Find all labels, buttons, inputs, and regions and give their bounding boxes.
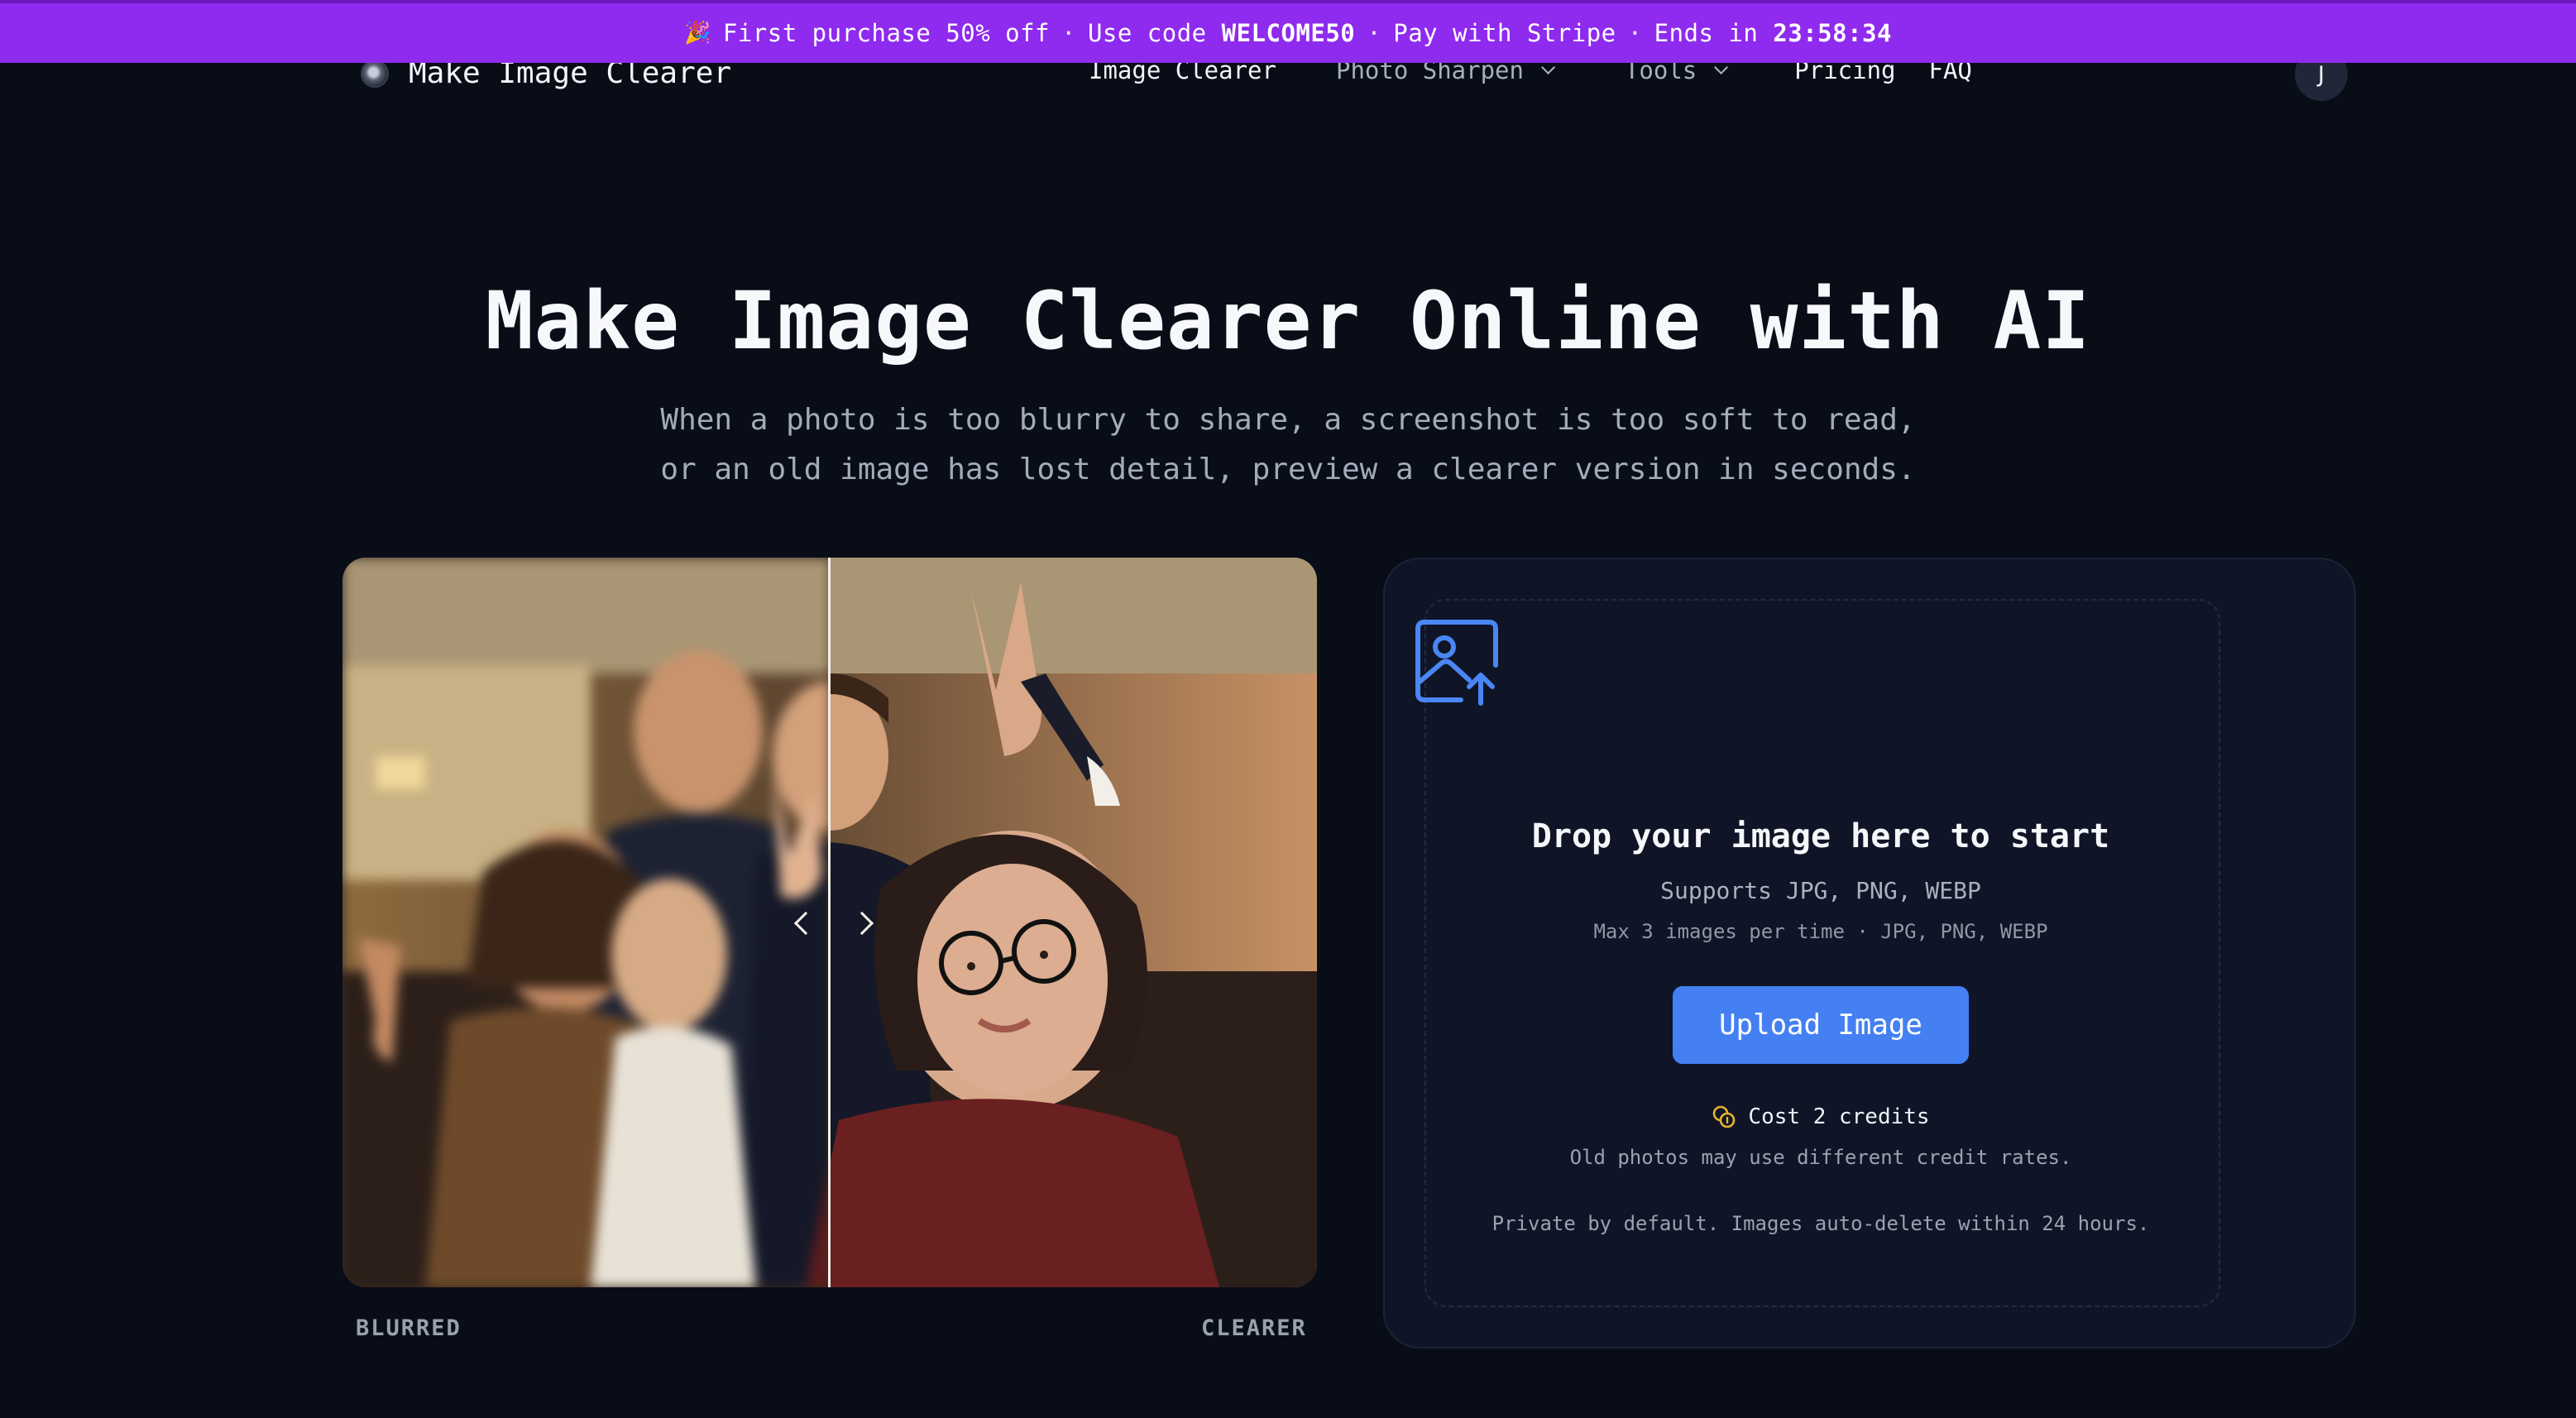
subtitle-line: or an old image has lost detail, preview… bbox=[660, 453, 1916, 486]
promo-banner: 🎉 First purchase 50% off · Use code WELC… bbox=[0, 0, 2576, 63]
promo-code-prefix: Use code bbox=[1087, 19, 1207, 47]
clearer-label: CLEARER bbox=[1201, 1315, 1307, 1341]
upload-limit: Max 3 images per time · JPG, PNG, WEBP bbox=[1593, 920, 2048, 943]
blurred-label: BLURRED bbox=[356, 1315, 462, 1341]
coins-icon bbox=[1713, 1105, 1736, 1128]
promo-ends-prefix: Ends in bbox=[1654, 19, 1759, 47]
blurred-photo bbox=[342, 558, 831, 1287]
clear-photo bbox=[831, 558, 1317, 1287]
dropzone-title: Drop your image here to start bbox=[1531, 817, 2110, 855]
promo-code: WELCOME50 bbox=[1221, 19, 1356, 47]
credit-note: Old photos may use different credit rate… bbox=[1569, 1146, 2072, 1169]
subtitle-line: When a photo is too blurry to share, a s… bbox=[660, 403, 1916, 437]
compare-slider-handle[interactable] bbox=[828, 558, 831, 1287]
logo-icon bbox=[362, 60, 387, 86]
group-selfie-photo bbox=[342, 558, 831, 1287]
supported-formats: Supports JPG, PNG, WEBP bbox=[1660, 877, 1981, 904]
before-after-compare[interactable] bbox=[342, 558, 1317, 1287]
image-dropzone[interactable] bbox=[1424, 599, 2220, 1307]
upload-image-button[interactable]: Upload Image bbox=[1673, 986, 1969, 1064]
privacy-note: Private by default. Images auto-delete w… bbox=[1491, 1212, 2150, 1235]
group-selfie-photo bbox=[831, 558, 1317, 1287]
credit-cost-text: Cost 2 credits bbox=[1748, 1104, 1930, 1129]
promo-payment: Pay with Stripe bbox=[1393, 19, 1616, 47]
party-icon: 🎉 bbox=[684, 21, 711, 46]
promo-offer: First purchase 50% off bbox=[722, 19, 1050, 47]
image-upload-icon bbox=[1413, 617, 1502, 710]
promo-countdown: 23:58:34 bbox=[1773, 19, 1892, 47]
credit-cost: Cost 2 credits bbox=[1424, 1104, 2217, 1129]
page-title: Make Image Clearer Online with AI bbox=[485, 275, 2091, 367]
page-subtitle: When a photo is too blurry to share, a s… bbox=[0, 395, 2576, 495]
